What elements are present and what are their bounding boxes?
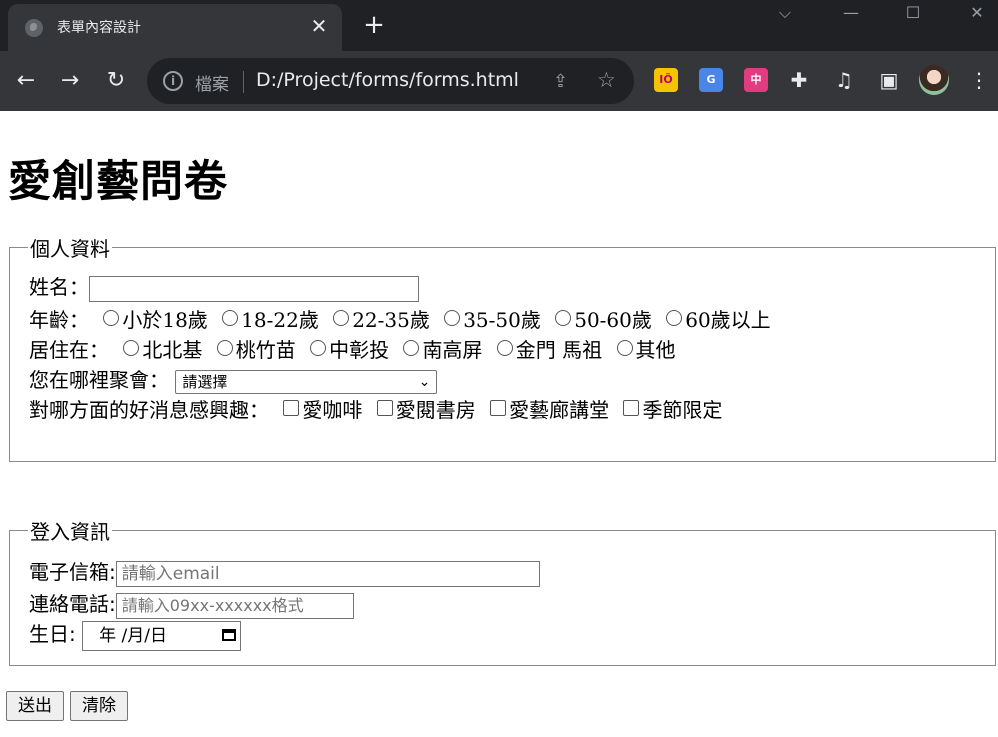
reset-button[interactable]: 清除 <box>70 691 128 721</box>
url-text[interactable]: D:/Project/forms/forms.html <box>256 69 519 91</box>
profile-avatar[interactable] <box>919 65 949 95</box>
maximize-button[interactable]: ☐ <box>882 0 944 28</box>
radio-button[interactable] <box>216 340 233 356</box>
checkbox[interactable] <box>490 400 507 416</box>
bookmark-star-icon[interactable]: ☆ <box>597 68 616 92</box>
omnibox-file-label: 檔案 <box>195 75 229 95</box>
minimize-button[interactable]: — <box>820 0 882 28</box>
checkbox[interactable] <box>376 400 393 416</box>
chinese-convert-extension-icon[interactable]: 中 <box>744 68 768 92</box>
residence-option[interactable]: 南高屏 <box>403 334 482 363</box>
email-row: 電子信箱: 請輸入email <box>29 556 540 587</box>
radio-button[interactable] <box>222 310 239 326</box>
interest-option[interactable]: 愛閱書房 <box>376 394 476 423</box>
gather-row: 您在哪裡聚會： 請選擇 ⌄ <box>29 364 438 394</box>
omnibox-divider <box>243 71 244 93</box>
interest-option[interactable]: 愛藝廊講堂 <box>490 394 609 423</box>
age-row: 年齡： 小於18歲 18-22歲 22-35歲 35-50歲 50-60歲 60… <box>29 304 771 333</box>
browser-tab[interactable]: 表單內容設計 ✕ <box>8 4 342 51</box>
tab-strip: 表單內容設計 ✕ + ⌵ — ☐ ✕ <box>0 0 998 51</box>
tab-search-icon[interactable]: ⌵ <box>754 0 816 28</box>
age-option[interactable]: 35-50歲 <box>444 304 541 333</box>
birthday-row: 生日: 年 /月/日 <box>29 618 242 651</box>
residence-option[interactable]: 其他 <box>616 334 676 363</box>
age-option[interactable]: 50-60歲 <box>555 304 652 333</box>
radio-button[interactable] <box>103 310 120 326</box>
age-option[interactable]: 60歲以上 <box>666 304 771 333</box>
name-input[interactable] <box>89 275 419 302</box>
residence-option[interactable]: 桃竹苗 <box>216 334 296 363</box>
menu-kebab-icon[interactable]: ⋮ <box>966 66 992 94</box>
residence-row: 居住在： 北北基 桃竹苗 中彰投 南高屏 金門 馬祖 其他 <box>29 334 676 363</box>
interest-option[interactable]: 愛咖啡 <box>283 394 362 423</box>
age-option[interactable]: 22-35歲 <box>333 304 430 333</box>
birthday-label: 生日: <box>29 622 76 646</box>
radio-button[interactable] <box>555 310 572 326</box>
side-panel-icon[interactable]: ▣ <box>876 66 902 94</box>
radio-button[interactable] <box>333 310 350 326</box>
gather-select[interactable]: 請選擇 ⌄ <box>175 369 438 394</box>
interest-label: 對哪方面的好消息感興趣： <box>29 398 269 422</box>
interest-row: 對哪方面的好消息感興趣： 愛咖啡 愛閱書房 愛藝廊講堂 季節限定 <box>29 394 722 423</box>
back-icon[interactable]: ← <box>12 67 40 95</box>
login-info-legend: 登入資訊 <box>30 520 110 544</box>
address-bar[interactable]: i 檔案 D:/Project/forms/forms.html ⇪ ☆ <box>147 58 634 104</box>
radio-button[interactable] <box>310 340 327 356</box>
personal-info-legend: 個人資料 <box>30 237 110 261</box>
name-label: 姓名： <box>29 275 89 299</box>
extension-icon-1[interactable]: IÖ <box>654 68 678 92</box>
checkbox[interactable] <box>623 400 640 416</box>
age-option[interactable]: 小於18歲 <box>103 304 208 333</box>
globe-icon <box>25 19 43 37</box>
page-title: 愛創藝問卷 <box>8 157 228 207</box>
age-label: 年齡： <box>29 308 89 332</box>
share-icon[interactable]: ⇪ <box>553 71 575 93</box>
radio-button[interactable] <box>403 340 420 356</box>
puzzle-extensions-icon[interactable]: ✚ <box>786 66 812 94</box>
checkbox[interactable] <box>283 400 300 416</box>
browser-chrome: 表單內容設計 ✕ + ⌵ — ☐ ✕ ← → ↻ i 檔案 D:/Project… <box>0 0 998 111</box>
media-queue-icon[interactable]: ♫ <box>831 66 857 94</box>
name-row: 姓名： <box>29 271 419 302</box>
tab-title: 表單內容設計 <box>57 20 141 36</box>
radio-button[interactable] <box>616 340 633 356</box>
phone-input[interactable]: 請輸入09xx-xxxxxx格式 <box>115 592 354 619</box>
window-close-button[interactable]: ✕ <box>946 0 998 28</box>
residence-label: 居住在： <box>29 338 109 362</box>
info-icon[interactable]: i <box>163 71 183 91</box>
new-tab-button[interactable]: + <box>361 12 387 38</box>
radio-button[interactable] <box>444 310 461 326</box>
radio-button[interactable] <box>496 340 513 356</box>
calendar-icon[interactable] <box>222 628 237 641</box>
birthday-date-input[interactable]: 年 /月/日 <box>82 620 242 651</box>
translate-extension-icon[interactable]: G <box>699 68 723 92</box>
chevron-down-icon: ⌄ <box>418 373 431 390</box>
reload-icon[interactable]: ↻ <box>102 67 130 95</box>
email-input[interactable]: 請輸入email <box>115 560 540 587</box>
tab-close-button[interactable]: ✕ <box>308 14 330 38</box>
gather-label: 您在哪裡聚會： <box>29 368 169 392</box>
phone-row: 連絡電話: 請輸入09xx-xxxxxx格式 <box>29 588 354 619</box>
radio-button[interactable] <box>666 310 683 326</box>
interest-option[interactable]: 季節限定 <box>623 394 722 423</box>
residence-option[interactable]: 北北基 <box>123 334 202 363</box>
age-option[interactable]: 18-22歲 <box>222 304 319 333</box>
residence-option[interactable]: 中彰投 <box>310 334 389 363</box>
email-label: 電子信箱: <box>29 560 116 584</box>
forward-icon[interactable]: → <box>56 67 84 95</box>
residence-option[interactable]: 金門 馬祖 <box>496 334 602 363</box>
submit-button[interactable]: 送出 <box>6 691 64 721</box>
radio-button[interactable] <box>123 340 140 356</box>
phone-label: 連絡電話: <box>29 592 116 616</box>
